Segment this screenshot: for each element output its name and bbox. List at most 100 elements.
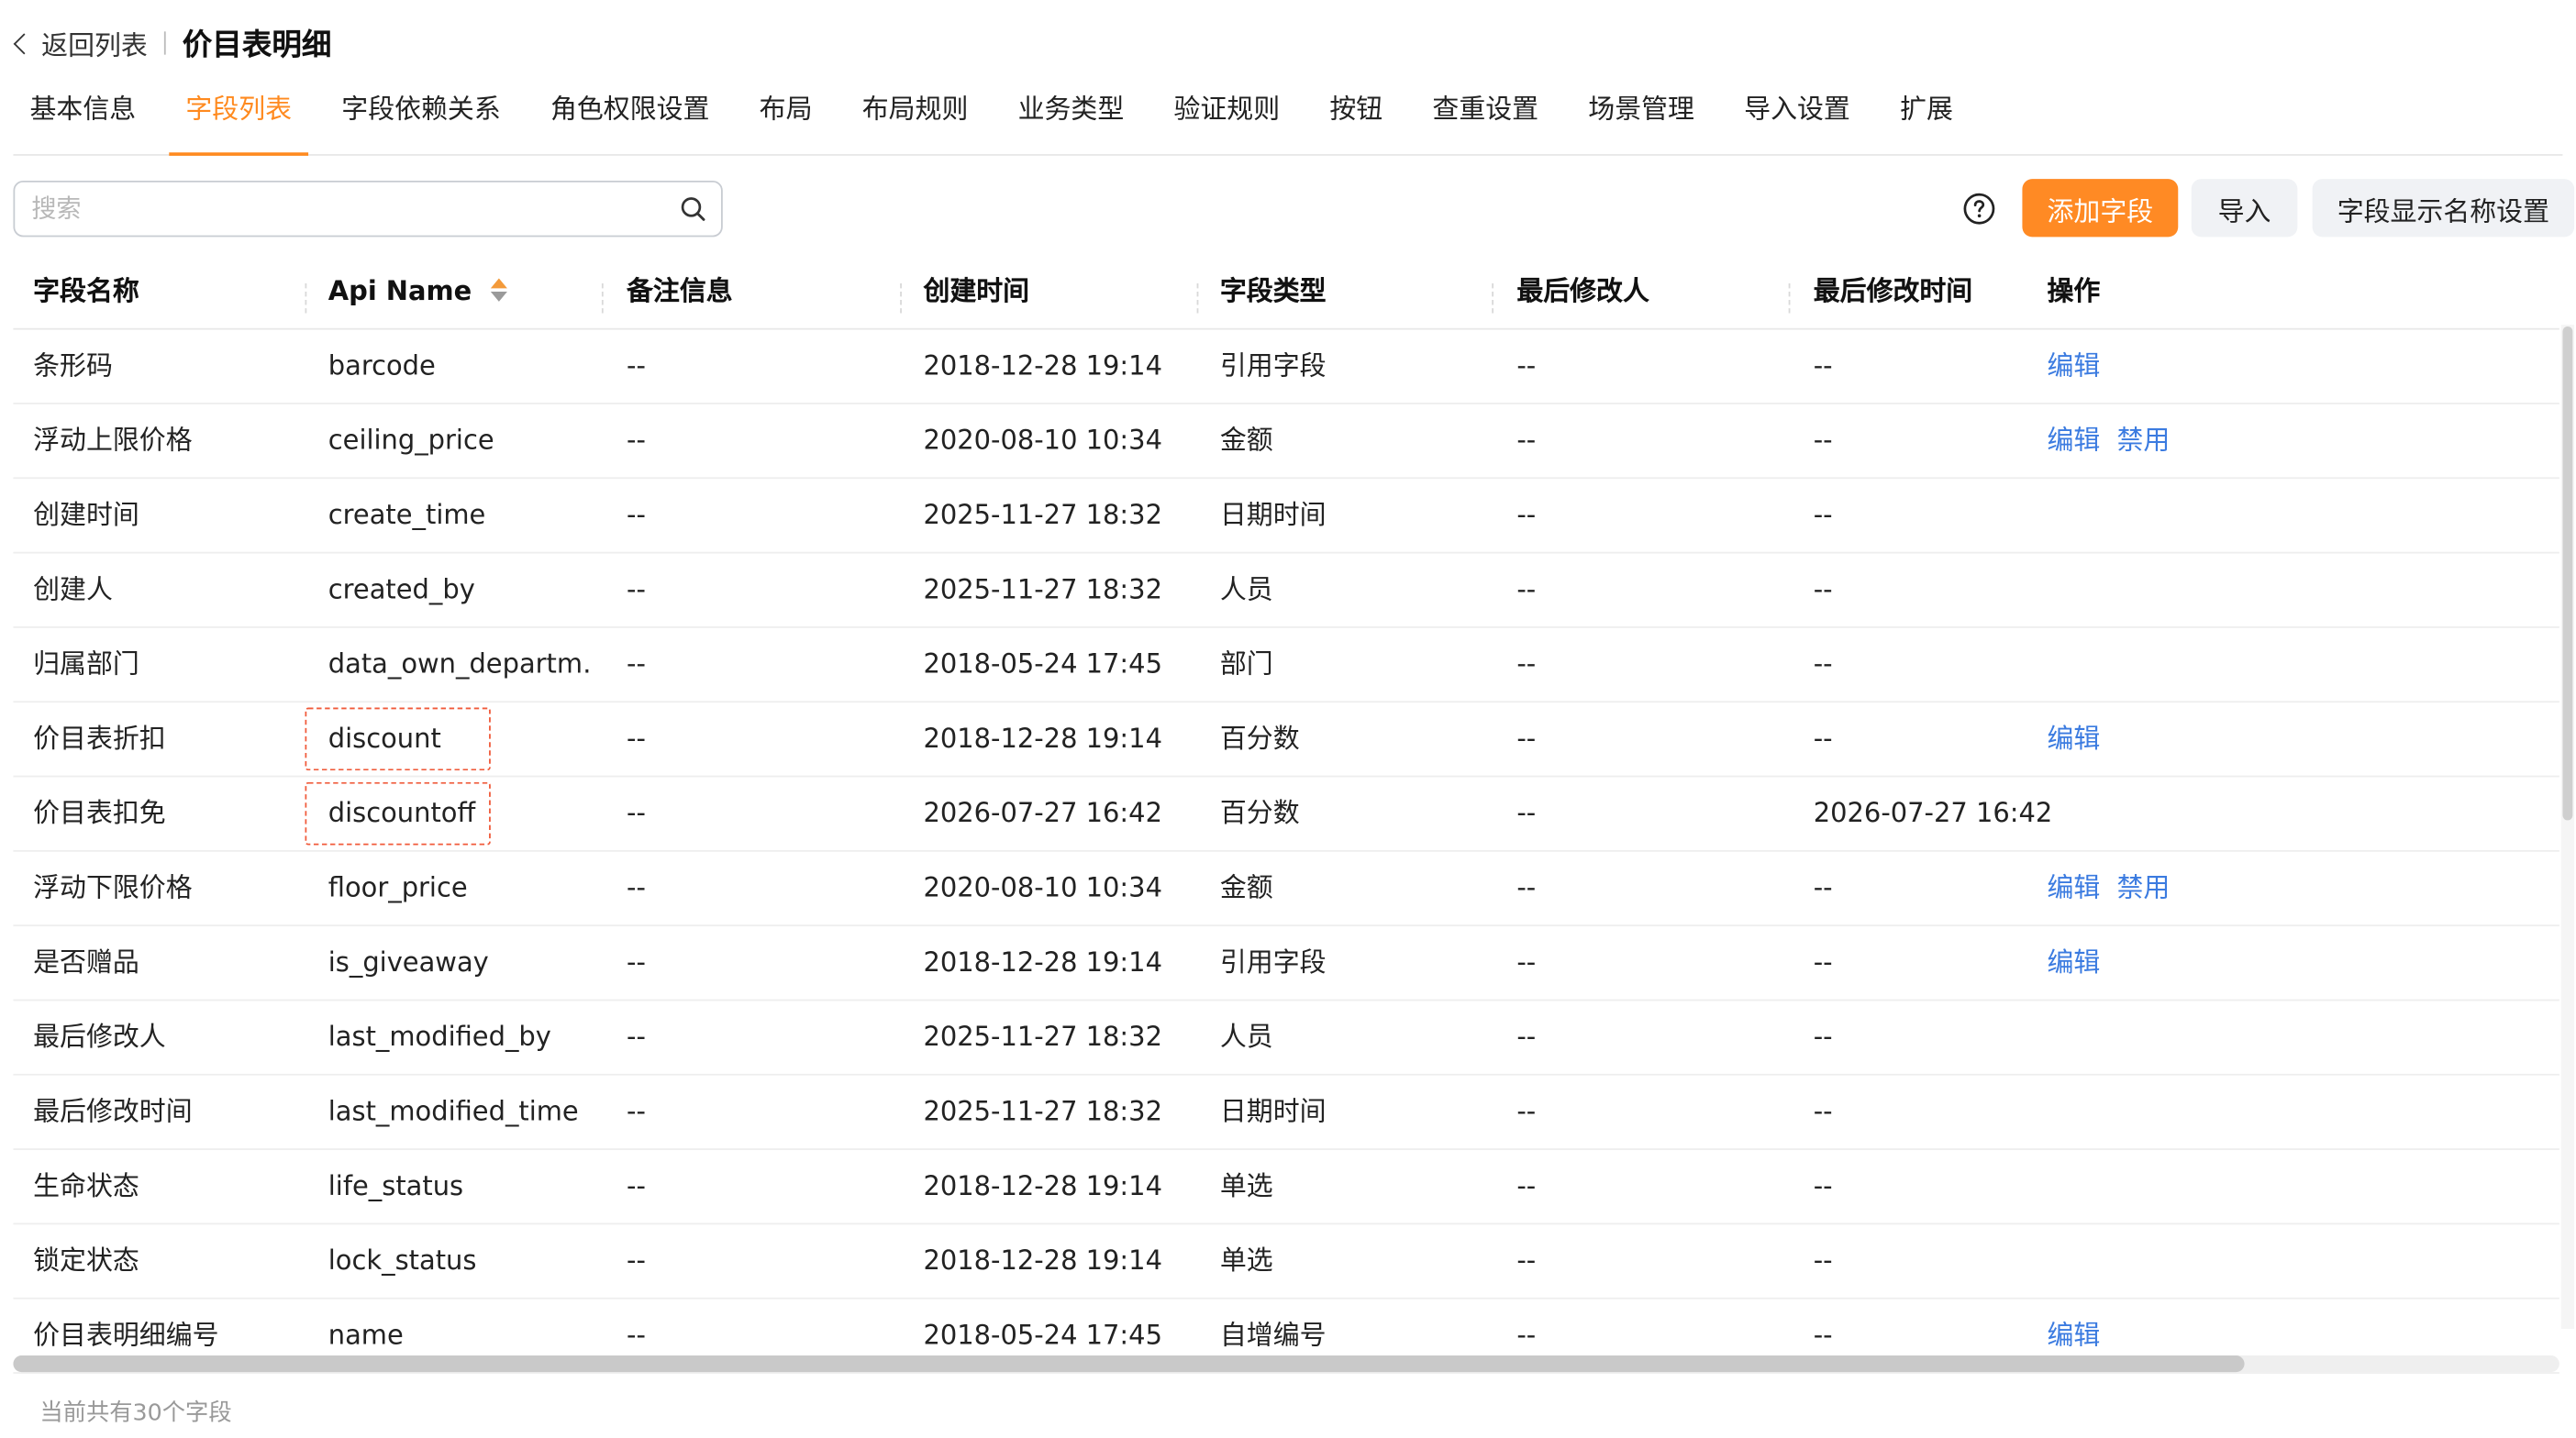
column-resize-handle[interactable]	[305, 282, 308, 314]
cell-created-time: 2018-12-28 19:14	[923, 1169, 1162, 1202]
disable-link[interactable]: 禁用	[2116, 425, 2170, 456]
cell-field-name: 归属部门	[33, 647, 139, 680]
cell-last-modifier: --	[1516, 498, 1537, 531]
cell-last-modified-time: --	[1813, 1095, 1833, 1127]
cell-last-modifier: --	[1516, 573, 1537, 605]
search-icon[interactable]	[680, 195, 706, 222]
import-button[interactable]: 导入	[2191, 179, 2298, 238]
cell-last-modified-time: --	[1813, 1169, 1833, 1202]
cell-last-modifier: --	[1516, 1169, 1537, 1202]
cell-note: --	[627, 647, 646, 680]
cell-last-modified-time: --	[1813, 424, 1833, 456]
cell-field-type: 日期时间	[1219, 498, 1327, 531]
tab-8[interactable]: 按钮	[1313, 80, 1399, 154]
edit-link[interactable]: 编辑	[2048, 1319, 2101, 1350]
field-count-text: 当前共有30个字段	[39, 1399, 232, 1427]
cell-last-modifier: --	[1516, 349, 1537, 382]
edit-link[interactable]: 编辑	[2048, 349, 2101, 381]
cell-note: --	[627, 498, 646, 531]
tab-6[interactable]: 业务类型	[1002, 80, 1141, 154]
cell-last-modified-time: --	[1813, 946, 1833, 979]
table-row: 价目表扣免 discountoff -- 2026-07-27 16:42 百分数 -- 2…	[13, 777, 2559, 852]
tab-3[interactable]: 角色权限设置	[534, 80, 727, 154]
column-header-last-modified-time: 最后修改时间	[1814, 255, 1972, 328]
column-header-actions: 操作	[2048, 255, 2101, 328]
cell-created-time: 2025-11-27 18:32	[923, 1021, 1162, 1053]
cell-field-name: 创建人	[33, 573, 113, 605]
cell-actions: 编辑 禁用	[2048, 404, 2187, 478]
cell-field-name: 浮动下限价格	[33, 871, 193, 903]
add-field-button[interactable]: 添加字段	[2022, 179, 2179, 238]
edit-link[interactable]: 编辑	[2048, 723, 2101, 754]
cell-last-modifier: --	[1516, 1021, 1537, 1053]
table-row: 锁定状态 lock_status -- 2018-12-28 19:14 单选 -- --	[13, 1224, 2559, 1300]
cell-last-modified-time: --	[1813, 871, 1833, 903]
field-display-name-settings-button[interactable]: 字段显示名称设置	[2312, 179, 2575, 238]
sort-icon[interactable]	[488, 277, 508, 304]
vertical-scrollbar-thumb[interactable]	[2562, 326, 2573, 821]
table-row: 条形码 barcode -- 2018-12-28 19:14 引用字段 -- -- 编辑	[13, 330, 2559, 404]
cell-api-name: lock_status	[328, 1244, 477, 1277]
tab-bar: 基本信息 字段列表 字段依赖关系 角色权限设置 布局 布局规则 业务类型 验证规则 按钮 查重设置…	[13, 80, 2563, 156]
cell-created-time: 2020-08-10 10:34	[923, 871, 1162, 903]
tab-11[interactable]: 导入设置	[1727, 80, 1867, 154]
tab-2[interactable]: 字段依赖关系	[325, 80, 517, 154]
tab-5[interactable]: 布局规则	[846, 80, 985, 154]
cell-field-name: 是否赠品	[33, 946, 139, 979]
cell-last-modified-time: --	[1813, 1244, 1833, 1277]
cell-last-modified-time: --	[1813, 722, 1833, 755]
edit-link[interactable]: 编辑	[2048, 946, 2101, 978]
disable-link[interactable]: 禁用	[2116, 871, 2170, 902]
cell-actions: 编辑 禁用	[2048, 852, 2187, 925]
table-body: 条形码 barcode -- 2018-12-28 19:14 引用字段 -- -- 编辑 浮动…	[13, 330, 2559, 1374]
column-header-label: 字段类型	[1219, 274, 1327, 307]
cell-last-modified-time: --	[1813, 1021, 1833, 1053]
cell-field-type: 人员	[1219, 573, 1273, 605]
cell-created-time: 2018-05-24 17:45	[923, 647, 1162, 680]
help-circle-icon[interactable]	[1962, 193, 1995, 226]
back-to-list-link[interactable]: 返回列表	[13, 23, 148, 62]
tab-9[interactable]: 查重设置	[1416, 80, 1555, 154]
cell-actions: 编辑	[2048, 330, 2117, 404]
table-row: 是否赠品 is_giveaway -- 2018-12-28 19:14 引用字段 -- -…	[13, 926, 2559, 1001]
edit-link[interactable]: 编辑	[2048, 871, 2101, 902]
cell-last-modifier: --	[1516, 1095, 1537, 1127]
horizontal-scrollbar-thumb[interactable]	[13, 1355, 2245, 1373]
tab-7[interactable]: 验证规则	[1157, 80, 1296, 154]
page-title: 价目表明细	[182, 28, 332, 63]
edit-link[interactable]: 编辑	[2048, 425, 2101, 456]
column-resize-handle[interactable]	[1196, 282, 1201, 314]
cell-field-type: 日期时间	[1219, 1095, 1327, 1127]
search-input[interactable]	[15, 194, 679, 224]
table-row: 最后修改人 last_modified_by -- 2025-11-27 18:32 人…	[13, 1001, 2559, 1076]
column-resize-handle[interactable]	[601, 282, 605, 314]
cell-field-name: 浮动上限价格	[33, 424, 193, 456]
tab-10[interactable]: 场景管理	[1571, 80, 1711, 154]
cell-field-name: 创建时间	[33, 498, 139, 531]
column-header-api-name[interactable]: Api Name	[328, 255, 508, 328]
column-header-label: 操作	[2047, 274, 2101, 307]
column-header-label: 最后修改人	[1516, 274, 1649, 307]
cell-note: --	[627, 573, 646, 605]
cell-field-type: 人员	[1219, 1021, 1273, 1053]
cell-note: --	[627, 1169, 646, 1202]
tab-12[interactable]: 扩展	[1883, 80, 1970, 154]
column-resize-handle[interactable]	[1788, 282, 1793, 314]
tab-1[interactable]: 字段列表	[169, 80, 309, 156]
table-row: 浮动上限价格 ceiling_price -- 2020-08-10 10:34 金额 -…	[13, 404, 2559, 480]
cell-created-time: 2018-12-28 19:14	[923, 722, 1162, 755]
cell-created-time: 2026-07-27 16:42	[923, 797, 1162, 829]
cell-last-modifier: --	[1516, 797, 1537, 829]
cell-api-name: data_own_departm…	[328, 647, 591, 680]
cell-last-modifier: --	[1516, 1244, 1537, 1277]
cell-note: --	[627, 722, 646, 755]
column-resize-handle[interactable]	[1492, 282, 1495, 314]
cell-created-time: 2025-11-27 18:32	[923, 1095, 1162, 1127]
cell-field-type: 单选	[1219, 1244, 1273, 1277]
tab-0[interactable]: 基本信息	[13, 80, 152, 154]
tab-4[interactable]: 布局	[743, 80, 829, 154]
table-row: 最后修改时间 last_modified_time -- 2025-11-27 18:…	[13, 1076, 2559, 1150]
cell-last-modifier: --	[1516, 722, 1537, 755]
column-resize-handle[interactable]	[900, 282, 904, 314]
cell-field-name: 最后修改时间	[33, 1095, 193, 1127]
